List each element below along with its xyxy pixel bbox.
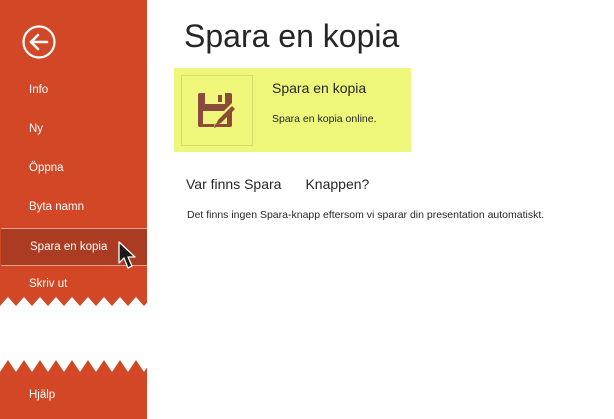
question-part-1: Var finns Spara — [186, 176, 282, 192]
mouse-pointer-icon — [118, 241, 136, 269]
torn-edge-divider — [0, 297, 614, 372]
sidebar-item-rename[interactable]: Byta namn — [0, 188, 147, 226]
save-button-question: Var finns Spara Knappen? — [186, 176, 369, 192]
save-copy-card[interactable]: Spara en kopia Spara en kopia online. — [174, 68, 411, 152]
floppy-disk-pencil-icon — [198, 93, 236, 128]
save-copy-icon-box — [181, 75, 253, 146]
back-arrow-icon[interactable] — [21, 24, 57, 60]
sidebar-item-help[interactable]: Hjälp — [0, 376, 147, 414]
sidebar-item-new[interactable]: Ny — [0, 110, 147, 148]
save-copy-card-title: Spara en kopia — [272, 80, 367, 96]
autosave-explanation: Det finns ingen Spara-knapp eftersom vi … — [187, 209, 545, 221]
question-part-2: Knappen? — [305, 176, 370, 192]
save-copy-card-description: Spara en kopia online. — [272, 113, 377, 125]
sidebar-item-open[interactable]: Öppna — [0, 149, 147, 187]
sidebar-item-info[interactable]: Info — [0, 71, 147, 109]
page-title: Spara en kopia — [184, 18, 400, 54]
